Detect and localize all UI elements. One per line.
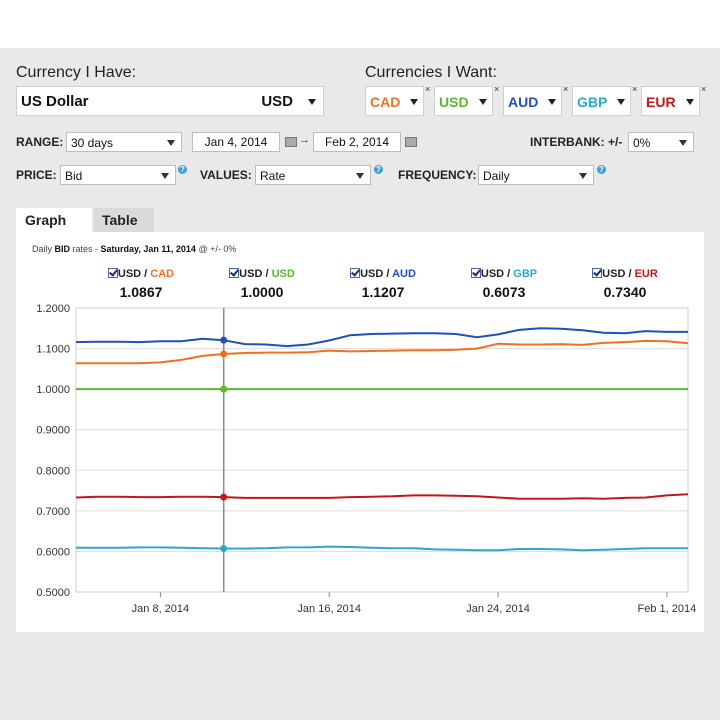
x-tick-label: Jan 8, 2014: [132, 603, 190, 615]
y-tick-label: 1.1000: [36, 344, 70, 356]
series-line: [76, 339, 689, 365]
line-chart[interactable]: 1.2000 1.1000 1.0000 0.9000 0.8000 0.7000 0.60…: [0, 0, 720, 720]
series-marker: [220, 544, 228, 552]
y-tick-label: 0.7000: [36, 506, 70, 518]
x-tick-label: Feb 1, 2014: [638, 603, 697, 615]
y-tick-label: 0.6000: [36, 546, 70, 558]
series-marker: [220, 493, 228, 501]
series-marker: [220, 336, 228, 344]
x-tick-label: Jan 16, 2014: [297, 603, 361, 615]
y-tick-label: 1.2000: [36, 303, 70, 315]
y-tick-label: 0.9000: [36, 425, 70, 437]
x-tick-label: Jan 24, 2014: [466, 603, 530, 615]
series-marker: [220, 350, 228, 358]
y-tick-label: 0.8000: [36, 465, 70, 477]
series-line: [76, 545, 688, 552]
series-marker: [220, 385, 228, 393]
series-line: [75, 493, 689, 500]
y-tick-label: 1.0000: [36, 384, 70, 396]
y-tick-label: 0.5000: [36, 587, 70, 599]
